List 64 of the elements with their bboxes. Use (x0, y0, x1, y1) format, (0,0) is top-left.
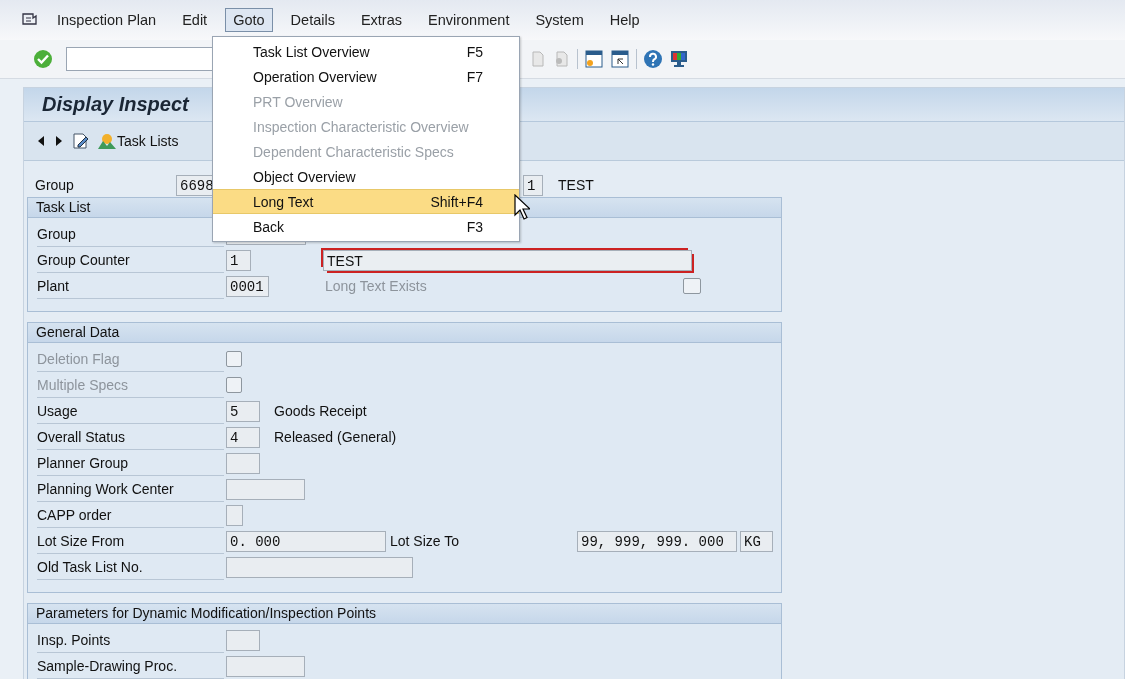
input-field[interactable]: KG (740, 530, 773, 552)
menu-icon[interactable] (22, 13, 38, 27)
menu-option[interactable]: Object Overview (213, 164, 519, 189)
screen-title: Display Inspect (42, 93, 189, 116)
field-label: Insp. Points (37, 627, 224, 653)
field-label: Long Text Exists (325, 278, 428, 294)
monitor-icon[interactable] (669, 49, 689, 69)
value-text: Released (General) (274, 429, 397, 445)
input-field[interactable] (226, 629, 260, 651)
group-title: Task List (36, 199, 91, 215)
input-field[interactable]: 0001 (226, 275, 269, 297)
field-label: Sample-Drawing Proc. (37, 653, 224, 679)
input-field[interactable] (226, 504, 243, 526)
forward-arrow-icon[interactable] (54, 135, 64, 147)
menu-item[interactable]: System (527, 8, 592, 32)
menu-option[interactable]: Operation Overview F7 (213, 64, 519, 89)
input-field[interactable] (226, 452, 260, 474)
input-field[interactable]: 0. 000 (226, 530, 386, 552)
menu-item[interactable]: Extras (352, 8, 410, 32)
check-icon[interactable] (33, 49, 53, 69)
input-field[interactable]: 99, 999, 999. 000 (577, 530, 737, 552)
field-label: Multiple Specs (37, 372, 224, 398)
group-title: Parameters for Dynamic Modification/Inspection Points (36, 605, 377, 621)
input-field[interactable]: 1 (226, 249, 251, 271)
menu-item[interactable]: Environment (420, 8, 518, 32)
field-label: Group (35, 177, 75, 193)
mountain-icon (98, 133, 116, 149)
input-field[interactable] (226, 478, 305, 500)
help-icon[interactable] (643, 49, 663, 69)
input-field[interactable]: 5 (226, 400, 260, 422)
page-icon[interactable] (553, 50, 571, 68)
menu-item[interactable]: Help (601, 8, 648, 32)
checkbox[interactable] (683, 278, 701, 294)
input-field[interactable] (226, 655, 305, 677)
description-text: TEST (558, 177, 594, 193)
field-label: Deletion Flag (37, 346, 224, 372)
field-label: Old Task List No. (37, 554, 224, 580)
input-field[interactable]: 4 (226, 426, 260, 448)
required-field[interactable]: TEST (323, 249, 692, 271)
menu-item[interactable]: Goto (225, 8, 273, 32)
group-title: General Data (36, 324, 120, 340)
menu-item[interactable]: Edit (174, 8, 216, 32)
back-arrow-icon[interactable] (36, 135, 46, 147)
field-label: Plant (37, 273, 224, 299)
field-label: Lot Size From (37, 528, 224, 554)
field-label: Planning Work Center (37, 476, 224, 502)
window-icon[interactable] (610, 49, 630, 69)
page-icon[interactable] (529, 50, 547, 68)
field-label: CAPP order (37, 502, 224, 528)
field-label: Overall Status (37, 424, 224, 450)
window-icon[interactable] (584, 49, 604, 69)
field-label: Lot Size To (390, 533, 460, 549)
counter-field[interactable]: 1 (523, 174, 543, 196)
field-label: Group Counter (37, 247, 224, 273)
value-text: Goods Receipt (274, 403, 367, 419)
field-label: Usage (37, 398, 224, 424)
menu-item[interactable]: Details (282, 8, 343, 32)
menu-item[interactable]: Inspection Plan (49, 8, 165, 32)
field-label: Planner Group (37, 450, 224, 476)
task-lists-button[interactable]: Task Lists (98, 133, 179, 149)
menu-option[interactable]: Long Text Shift+F4 (213, 189, 519, 214)
input-field[interactable] (226, 556, 413, 578)
edit-icon[interactable] (72, 132, 90, 150)
menu-option[interactable]: Task List Overview F5 (213, 39, 519, 64)
